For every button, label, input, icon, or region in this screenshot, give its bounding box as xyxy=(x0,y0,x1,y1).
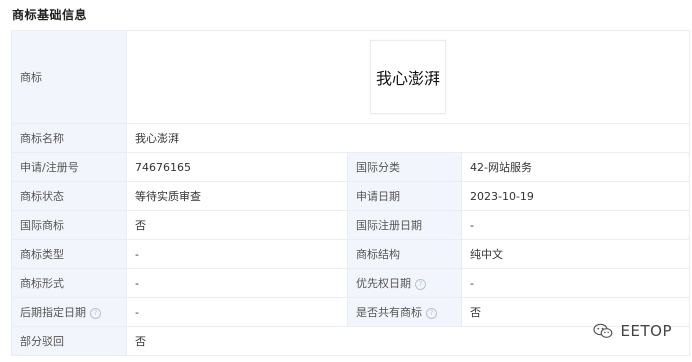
logo-label: 商标 xyxy=(11,30,127,124)
table-row: 部分驳回 否 xyxy=(11,326,690,356)
label-trademark-structure: 商标结构 xyxy=(347,239,462,269)
label-application-number: 申请/注册号 xyxy=(11,152,127,182)
value-application-number: 74676165 xyxy=(126,152,348,182)
value-trademark-type: - xyxy=(126,239,348,269)
table-row: 商标类型 - 商标结构 纯中文 xyxy=(11,239,690,269)
value-international-trademark: 否 xyxy=(126,210,348,240)
label-trademark-form: 商标形式 xyxy=(11,268,127,298)
value-trademark-structure: 纯中文 xyxy=(461,239,690,269)
table-row: 商标 我心澎湃 xyxy=(11,30,690,124)
wechat-icon xyxy=(592,323,612,338)
watermark-text: EETOP xyxy=(620,322,672,340)
table-row: 商标名称 我心澎湃 xyxy=(11,123,690,153)
trademark-logo-image[interactable]: 我心澎湃 xyxy=(370,40,446,114)
value-international-class: 42-网站服务 xyxy=(461,152,690,182)
label-priority-date: 优先权日期 xyxy=(356,277,411,290)
value-later-designation-date: - xyxy=(126,297,348,327)
table-row: 商标形式 - 优先权日期? - xyxy=(11,268,690,298)
label-international-registration-date: 国际注册日期 xyxy=(347,210,462,240)
value-international-registration-date: - xyxy=(461,210,690,240)
trademark-info-table: 商标 我心澎湃 商标名称 我心澎湃 申请/注册号 74676165 国际分类 4… xyxy=(11,30,690,356)
shared-trademark-cell: 是否共有商标? xyxy=(347,297,462,327)
priority-date-cell: 优先权日期? xyxy=(347,268,462,298)
logo-cell: 我心澎湃 xyxy=(126,30,690,124)
trademark-logo-text: 我心澎湃 xyxy=(375,69,440,88)
label-shared-trademark: 是否共有商标 xyxy=(356,306,422,319)
watermark: EETOP xyxy=(592,322,672,340)
label-international-trademark: 国际商标 xyxy=(11,210,127,240)
help-icon[interactable]: ? xyxy=(426,307,437,319)
value-application-date: 2023-10-19 xyxy=(461,181,690,211)
table-row: 国际商标 否 国际注册日期 - xyxy=(11,210,690,240)
value-trademark-name: 我心澎湃 xyxy=(126,123,690,153)
label-international-class: 国际分类 xyxy=(347,152,462,182)
later-designation-date-cell: 后期指定日期? xyxy=(11,297,127,327)
label-trademark-name: 商标名称 xyxy=(11,123,127,153)
help-icon[interactable]: ? xyxy=(90,307,101,319)
label-trademark-status: 商标状态 xyxy=(11,181,127,211)
table-row: 商标状态 等待实质审查 申请日期 2023-10-19 xyxy=(11,181,690,211)
table-row: 后期指定日期? - 是否共有商标? 否 xyxy=(11,297,690,327)
value-trademark-status: 等待实质审查 xyxy=(126,181,348,211)
label-partial-rejection: 部分驳回 xyxy=(11,326,127,356)
value-priority-date: - xyxy=(461,268,690,298)
section-title: 商标基础信息 xyxy=(12,8,88,22)
value-trademark-form: - xyxy=(126,268,348,298)
table-row: 申请/注册号 74676165 国际分类 42-网站服务 xyxy=(11,152,690,182)
label-later-designation-date: 后期指定日期 xyxy=(20,306,86,319)
help-icon[interactable]: ? xyxy=(415,278,426,290)
label-trademark-type: 商标类型 xyxy=(11,239,127,269)
label-application-date: 申请日期 xyxy=(347,181,462,211)
